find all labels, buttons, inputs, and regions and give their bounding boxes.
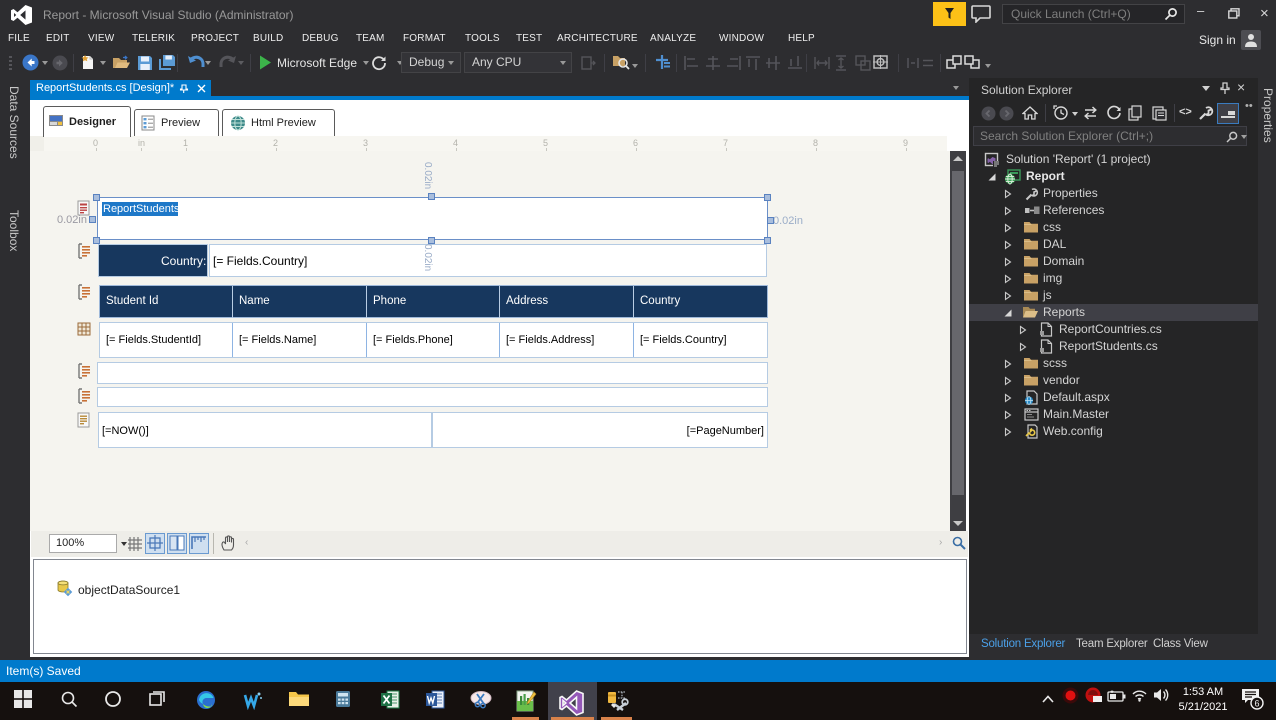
svg-text:6: 6 <box>1254 699 1259 709</box>
